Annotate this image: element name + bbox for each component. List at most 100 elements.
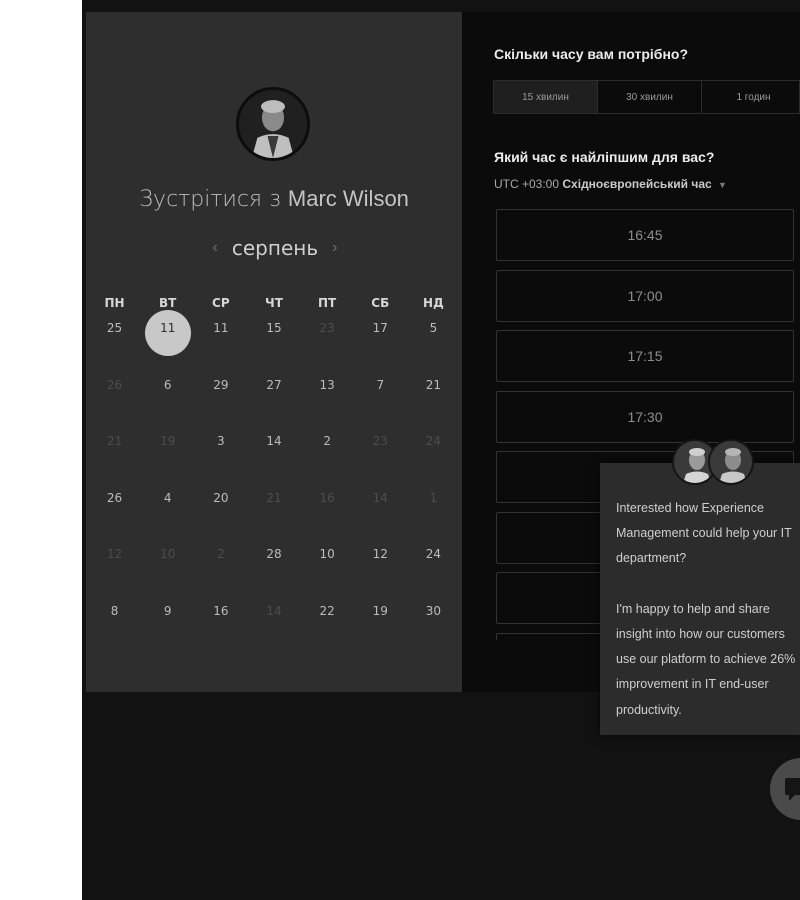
calendar-day: 2: [194, 544, 247, 601]
calendar-day-number: 6: [163, 377, 172, 392]
calendar-day[interactable]: 2: [301, 431, 354, 488]
calendar-day[interactable]: 14: [247, 431, 300, 488]
chat-line: department?: [616, 551, 687, 566]
calendar-day-number: 5: [429, 321, 438, 335]
calendar-day-number: 2: [217, 547, 225, 561]
calendar-day[interactable]: 10: [301, 544, 354, 601]
calendar-day-number: 27: [266, 377, 282, 392]
calendar-day[interactable]: 12: [354, 544, 407, 601]
calendar-day[interactable]: 28: [247, 544, 300, 601]
calendar-day-number: 30: [425, 603, 442, 618]
calendar-day[interactable]: 19: [354, 601, 407, 658]
calendar-week-row: 12 10 2 28 10 12 24: [88, 544, 460, 601]
calendar-day-number: 19: [372, 603, 388, 618]
calendar-day[interactable]: 20: [194, 488, 247, 545]
calendar-day-number: 9: [163, 603, 172, 618]
calendar-day-number: 24: [425, 547, 442, 561]
weekday-label: СБ: [371, 296, 390, 310]
weekday-label: ПН: [104, 296, 125, 310]
chat-line: insight into how our customers: [616, 627, 785, 641]
meeting-title-prefix: Зустрітися з: [139, 187, 281, 212]
calendar-day[interactable]: 6: [141, 375, 194, 432]
calendar-day[interactable]: 16: [194, 601, 247, 658]
calendar-day-number: 16: [319, 490, 335, 505]
time-question: Який час є найліпшим для вас?: [494, 149, 715, 165]
month-label: серпень: [231, 236, 319, 260]
calendar-day: 23: [354, 431, 407, 488]
calendar-day-number: 22: [319, 603, 335, 618]
calendar-day-number: 28: [266, 547, 282, 561]
calendar-week-row: 25 11 11 15 23 17 5: [88, 310, 460, 375]
calendar-day[interactable]: 5: [407, 318, 460, 375]
calendar-day[interactable]: 30: [407, 601, 460, 658]
calendar-day[interactable]: 25: [88, 318, 141, 375]
calendar-day[interactable]: 29: [194, 375, 247, 432]
calendar-day-selected[interactable]: 11: [141, 310, 194, 375]
calendar-day[interactable]: 21: [407, 375, 460, 432]
calendar-day[interactable]: 8: [88, 601, 141, 658]
weekday-label: НД: [423, 296, 444, 310]
calendar-day-number: 16: [213, 603, 229, 618]
person-icon: [710, 441, 752, 483]
calendar-day-number: 24: [425, 434, 442, 448]
timezone-offset: UTC +03:00: [494, 177, 560, 191]
calendar-day-number: 7: [376, 377, 385, 392]
calendar-day-number: 21: [266, 490, 282, 505]
calendar-day-number: 11: [213, 321, 229, 335]
calendar-day[interactable]: 4: [141, 488, 194, 545]
weekday-label: ЧТ: [265, 296, 283, 310]
calendar-day[interactable]: 7: [354, 375, 407, 432]
calendar-day: 10: [141, 544, 194, 601]
calendar-day[interactable]: 22: [301, 601, 354, 658]
person-icon: [239, 90, 307, 158]
calendar-day[interactable]: 11: [194, 318, 247, 375]
calendar-day[interactable]: 24: [407, 544, 460, 601]
duration-option-30[interactable]: 30 хвилин: [598, 81, 702, 113]
duration-question: Скільки часу вам потрібно?: [494, 46, 689, 62]
calendar-day: 21: [88, 431, 141, 488]
calendar-day-number: 10: [160, 547, 176, 561]
time-slot-button[interactable]: 17:30: [496, 390, 794, 443]
calendar-day-number: 3: [217, 434, 225, 448]
calendar-day-number: 23: [319, 321, 335, 335]
agent-avatar: [708, 439, 754, 485]
calendar-day-number: 26: [106, 377, 123, 392]
calendar-day[interactable]: 15: [247, 318, 300, 375]
calendar-day-number: 10: [319, 547, 335, 561]
duration-option-60[interactable]: 1 годин: [702, 81, 800, 113]
calendar-day: 23: [301, 318, 354, 375]
calendar-day[interactable]: 9: [141, 601, 194, 658]
calendar-day-number: 14: [372, 490, 388, 505]
duration-selector: 15 хвилин 30 хвилин 1 годин: [493, 80, 800, 114]
calendar-week-row: 26 6 29 27 13 7 21: [88, 375, 460, 432]
calendar-day[interactable]: 3: [194, 431, 247, 488]
calendar-day[interactable]: 13: [301, 375, 354, 432]
calendar-day-number: 17: [372, 321, 388, 335]
calendar-day-number: 15: [266, 321, 282, 335]
time-slot-button[interactable]: 16:45: [496, 209, 794, 261]
chevron-left-icon[interactable]: ‹: [213, 239, 218, 257]
timezone-selector[interactable]: UTC +03:00 Східноєвропейський час ▼: [494, 177, 727, 191]
calendar-day[interactable]: 26: [88, 488, 141, 545]
calendar-day-number: 12: [106, 547, 123, 561]
calendar-day[interactable]: 27: [247, 375, 300, 432]
weekday-label: ПТ: [318, 296, 337, 310]
caret-down-icon: ▼: [718, 180, 727, 190]
calendar-week-row: 8 9 16 14 22 19 30: [88, 601, 460, 658]
time-slot-button[interactable]: 17:15: [496, 330, 794, 382]
calendar-day: 1: [407, 488, 460, 545]
calendar-grid: 25 11 11 15 23 17 5 26 6 29 27 13 7 21 21 19 3 14 2 23 24 26 4…: [88, 310, 460, 658]
calendar-day-number: 23: [372, 434, 388, 448]
calendar-day[interactable]: 17: [354, 318, 407, 375]
time-slot-button[interactable]: 17:00: [496, 269, 794, 322]
timezone-name: Східноєвропейський час: [562, 177, 712, 191]
calendar-day-number: 21: [425, 377, 442, 392]
chevron-right-icon[interactable]: ›: [332, 239, 337, 257]
duration-option-15[interactable]: 15 хвилин: [494, 81, 598, 113]
calendar-day-number: 14: [266, 603, 282, 618]
calendar-day-number: 14: [266, 434, 282, 448]
calendar-week-row: 26 4 20 21 16 14 1: [88, 488, 460, 545]
host-avatar: [236, 87, 310, 161]
chat-bubble-icon: [785, 778, 800, 801]
calendar-day-number: 20: [213, 490, 229, 505]
